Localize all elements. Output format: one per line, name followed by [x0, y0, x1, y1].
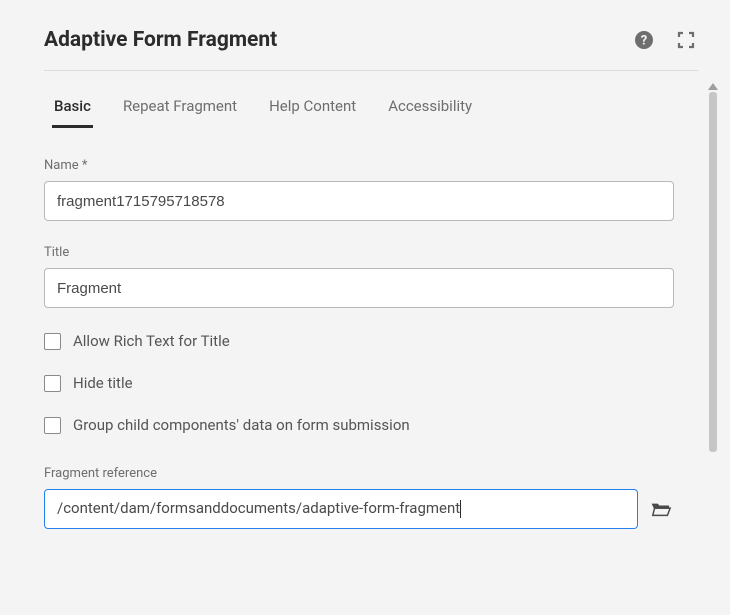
- form-basic: Name * Title Allow Rich Text for Title H…: [44, 128, 698, 529]
- group-child-label: Group child components' data on form sub…: [73, 416, 410, 434]
- tab-repeat-fragment[interactable]: Repeat Fragment: [121, 89, 239, 128]
- checkbox-allow-rich-text[interactable]: Allow Rich Text for Title: [44, 332, 674, 350]
- checkbox-icon[interactable]: [44, 333, 61, 350]
- checkbox-group-child[interactable]: Group child components' data on form sub…: [44, 416, 674, 434]
- scrollbar[interactable]: [708, 83, 718, 463]
- allow-rich-text-label: Allow Rich Text for Title: [73, 332, 230, 350]
- title-input[interactable]: [44, 268, 674, 308]
- tab-list: Basic Repeat Fragment Help Content Acces…: [44, 89, 698, 128]
- folder-open-icon[interactable]: [648, 496, 674, 522]
- checkbox-hide-title[interactable]: Hide title: [44, 374, 674, 392]
- scroll-up-arrow-icon: [708, 83, 718, 90]
- checkbox-icon[interactable]: [44, 375, 61, 392]
- fragment-reference-input[interactable]: /content/dam/formsanddocuments/adaptive-…: [44, 489, 638, 529]
- fullscreen-icon[interactable]: [674, 28, 698, 52]
- name-label: Name *: [44, 158, 674, 173]
- fragment-reference-label: Fragment reference: [44, 466, 674, 481]
- field-fragment-reference: Fragment reference /content/dam/formsand…: [44, 466, 674, 529]
- fragment-reference-value: /content/dam/formsanddocuments/adaptive-…: [57, 499, 461, 518]
- scroll-thumb[interactable]: [709, 92, 717, 452]
- checkbox-icon[interactable]: [44, 417, 61, 434]
- name-input[interactable]: [44, 181, 674, 221]
- header-icons: ?: [632, 28, 698, 52]
- svg-text:?: ?: [641, 34, 647, 49]
- hide-title-label: Hide title: [73, 374, 133, 392]
- tab-help-content[interactable]: Help Content: [267, 89, 358, 128]
- dialog-title: Adaptive Form Fragment: [44, 28, 277, 52]
- field-name: Name *: [44, 158, 674, 221]
- tab-basic[interactable]: Basic: [52, 89, 93, 128]
- help-icon[interactable]: ?: [632, 28, 656, 52]
- tab-accessibility[interactable]: Accessibility: [386, 89, 474, 128]
- dialog-header: Adaptive Form Fragment ?: [44, 28, 698, 71]
- field-title: Title: [44, 245, 674, 308]
- title-label: Title: [44, 245, 674, 260]
